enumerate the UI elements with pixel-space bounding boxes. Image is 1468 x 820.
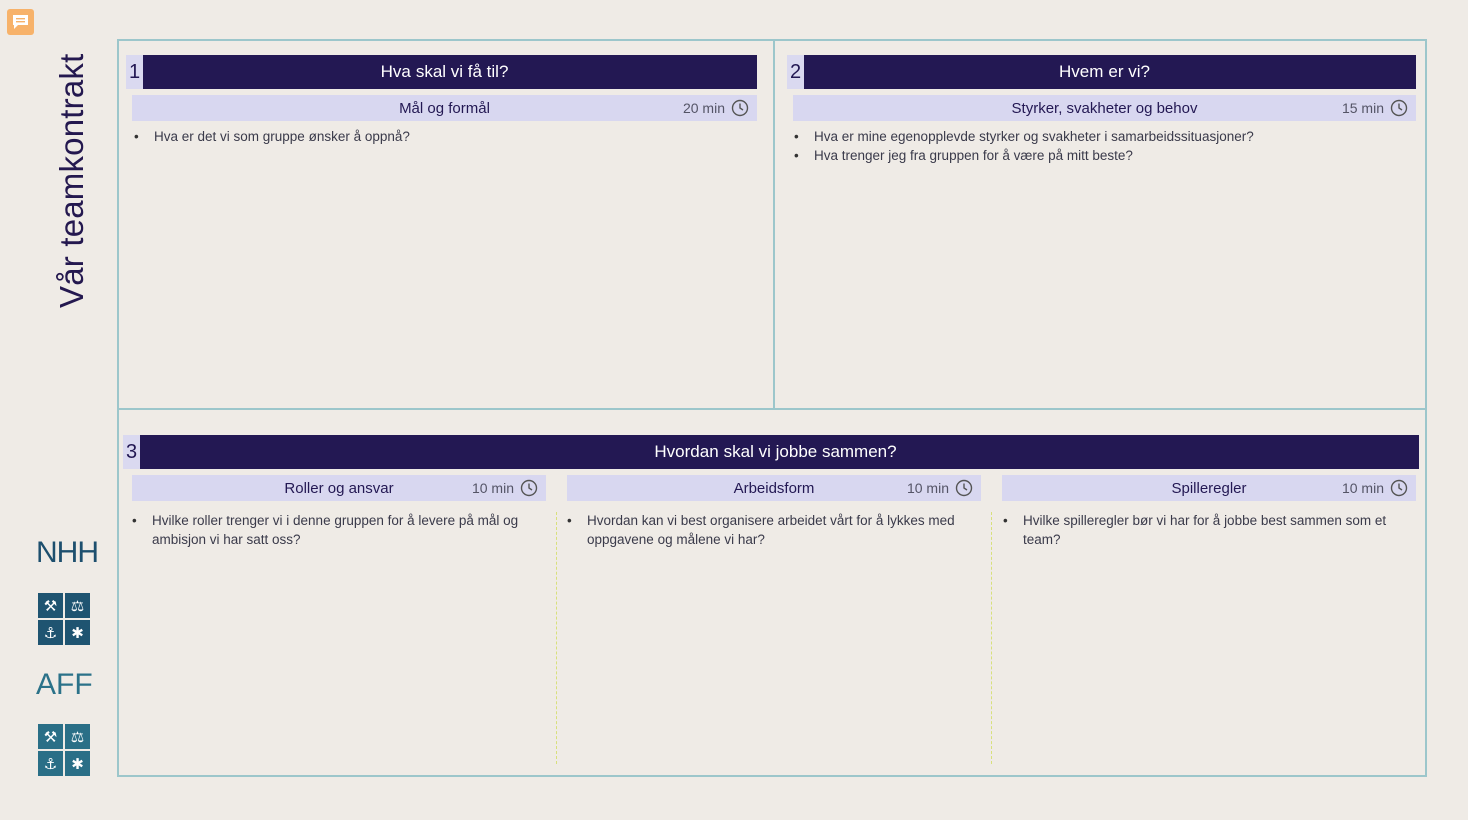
hammer-pick-icon: ⚒ — [38, 593, 63, 618]
horizontal-divider — [119, 408, 1427, 410]
section-2-header[interactable]: Hvem er vi? — [793, 55, 1416, 89]
section-2-subheader[interactable]: Styrker, svakheter og behov 15 min — [793, 95, 1416, 121]
page-title: Vår teamkontrakt — [53, 53, 90, 308]
clock-icon — [520, 479, 538, 497]
timer: 10 min — [1342, 475, 1408, 501]
section-3b-subheader[interactable]: Arbeidsform 10 min — [567, 475, 981, 501]
timer: 15 min — [1342, 95, 1408, 121]
hammer-pick-icon: ⚒ — [38, 724, 63, 749]
section-3a-subheader[interactable]: Roller og ansvar 10 min — [132, 475, 546, 501]
section-1-bullets: Hva er det vi som gruppe ønsker å oppnå? — [132, 128, 742, 147]
section-1-subheader[interactable]: Mål og formål 20 min — [132, 95, 757, 121]
section-3a-bullets: Hvilke roller trenger vi i denne gruppen… — [130, 512, 520, 549]
timer-value: 15 min — [1341, 100, 1384, 116]
clock-icon — [1390, 99, 1408, 117]
timer-value: 20 min — [682, 100, 725, 116]
list-item: Hva er mine egenopplevde styrker og svak… — [792, 128, 1412, 147]
nhh-emblem: ⚒ ⚖ ⚓ ✱ — [38, 593, 90, 645]
timer-value: 10 min — [906, 480, 949, 496]
column-divider — [991, 512, 992, 764]
section-3-number: 3 — [123, 435, 140, 469]
list-item: Hvilke spilleregler bør vi har for å job… — [1001, 512, 1411, 549]
section-heading-bold: Hvordan — [654, 442, 719, 461]
nhh-logo: NHH — [36, 536, 99, 569]
section-2-number: 2 — [787, 55, 804, 89]
subheader-label: Roller og ansvar — [284, 479, 394, 497]
section-2-bullets: Hva er mine egenopplevde styrker og svak… — [792, 128, 1412, 165]
crab-icon: ✱ — [65, 751, 90, 776]
vertical-divider — [773, 41, 775, 409]
timer-value: 10 min — [471, 480, 514, 496]
list-item: Hva trenger jeg fra gruppen for å være p… — [792, 147, 1412, 166]
scales-icon: ⚖ — [65, 593, 90, 618]
section-1-number: 1 — [126, 55, 143, 89]
section-3b-bullets: Hvordan kan vi best organisere arbeidet … — [565, 512, 960, 549]
timer: 20 min — [683, 95, 749, 121]
subheader-label: Arbeidsform — [733, 479, 815, 497]
timer: 10 min — [472, 475, 538, 501]
column-divider — [556, 512, 557, 764]
section-heading-bold: Hvem — [1059, 62, 1104, 81]
subheader-label: Spilleregler — [1171, 479, 1247, 497]
subheader-label: Styrker, svakheter og behov — [1011, 99, 1198, 117]
crab-icon: ✱ — [65, 620, 90, 645]
clock-icon — [955, 479, 973, 497]
anchor-icon: ⚓ — [38, 751, 63, 776]
clock-icon — [1390, 479, 1408, 497]
section-3-header[interactable]: Hvordan skal vi jobbe sammen? — [132, 435, 1419, 469]
section-3c-subheader[interactable]: Spilleregler 10 min — [1002, 475, 1416, 501]
comment-icon[interactable] — [7, 9, 34, 35]
subheader-label: Mål og formål — [399, 99, 490, 117]
aff-logo: AFF — [36, 668, 93, 701]
section-heading-bold: Hva — [380, 62, 411, 81]
list-item: Hvordan kan vi best organisere arbeidet … — [565, 512, 960, 549]
aff-emblem: ⚒ ⚖ ⚓ ✱ — [38, 724, 90, 776]
scales-icon: ⚖ — [65, 724, 90, 749]
section-1-header[interactable]: Hva skal vi få til? — [132, 55, 757, 89]
anchor-icon: ⚓ — [38, 620, 63, 645]
timer: 10 min — [907, 475, 973, 501]
section-heading-rest: skal vi jobbe sammen? — [723, 442, 897, 461]
list-item: Hva er det vi som gruppe ønsker å oppnå? — [132, 128, 742, 147]
section-heading-rest: er vi? — [1108, 62, 1150, 81]
list-item: Hvilke roller trenger vi i denne gruppen… — [130, 512, 520, 549]
section-heading-rest: skal vi få til? — [415, 62, 509, 81]
clock-icon — [731, 99, 749, 117]
timer-value: 10 min — [1341, 480, 1384, 496]
section-3c-bullets: Hvilke spilleregler bør vi har for å job… — [1001, 512, 1411, 549]
